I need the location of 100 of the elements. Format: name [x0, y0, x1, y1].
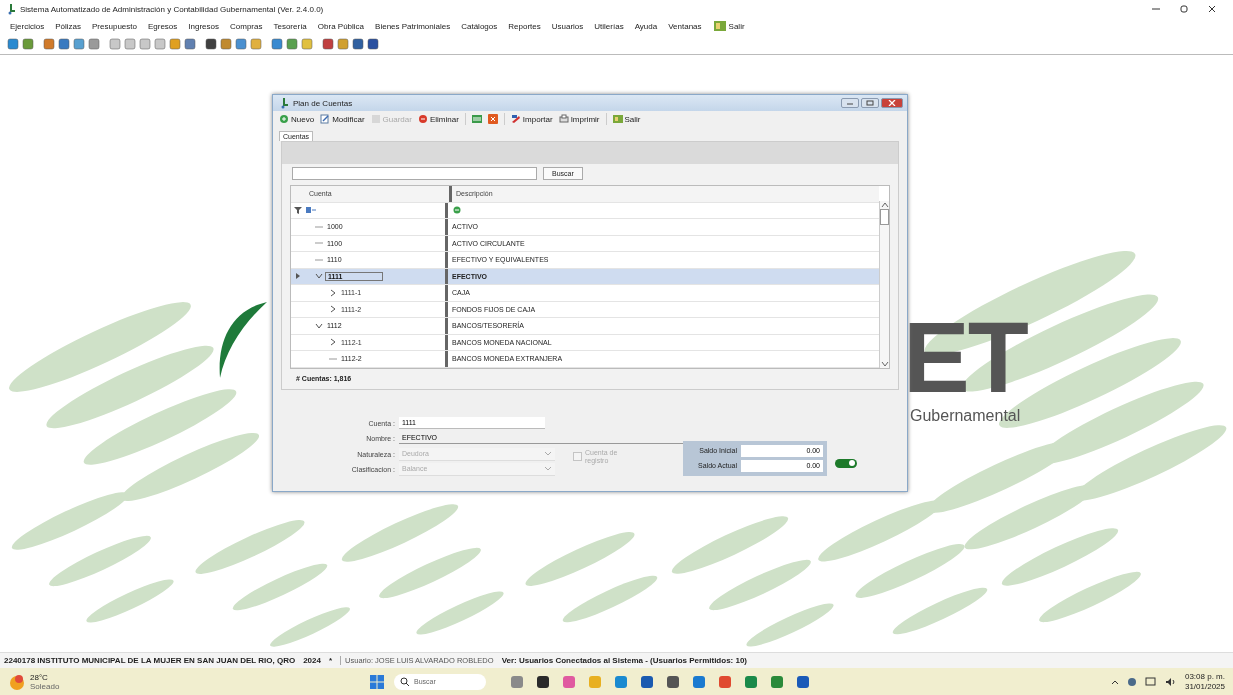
menu-item[interactable]: Salir — [712, 20, 745, 32]
toolbar-icon — [21, 37, 35, 51]
toolbar-button[interactable]: Modificar — [320, 114, 365, 124]
temperature: 28°C — [30, 672, 49, 682]
plus-icon — [279, 114, 289, 124]
toolbar-icon — [321, 37, 335, 51]
menu-item[interactable]: Catálogos — [461, 21, 498, 31]
network-icon — [1126, 676, 1137, 687]
menu-item[interactable]: Ingresos — [188, 21, 219, 31]
close-icon — [888, 100, 896, 106]
toolbar-button[interactable] — [6, 37, 20, 51]
toolbar-icon — [270, 37, 284, 51]
toolbar-icon — [42, 37, 56, 51]
menu-item[interactable]: Obra Pública — [317, 21, 365, 31]
app-icon — [613, 673, 629, 690]
menu-item[interactable]: Reportes — [508, 21, 541, 31]
toolbar-icon — [204, 37, 218, 51]
exit-icon — [712, 20, 727, 32]
toolbar-icon — [249, 37, 263, 51]
menu-item[interactable]: Ventanas — [668, 21, 702, 31]
clock-date[interactable]: 31/01/2025 — [1184, 681, 1225, 692]
menu-item[interactable]: Bienes Patrimoniales — [375, 21, 451, 31]
toolbar-button[interactable]: Salir — [612, 114, 641, 124]
app-icon — [717, 673, 733, 690]
app-icon — [769, 673, 785, 690]
menu-item[interactable]: Ejercicios — [10, 21, 45, 31]
restore-button[interactable] — [1177, 2, 1191, 16]
app-icon — [6, 3, 16, 15]
app-icon — [665, 673, 681, 690]
clock-time[interactable]: 03:08 p. m. — [1184, 671, 1225, 682]
minimize-icon — [846, 100, 854, 106]
menu-item[interactable]: Compras — [230, 21, 263, 31]
filter-row-icon — [452, 206, 462, 215]
menu-item[interactable]: Usuarios — [551, 21, 584, 31]
menu-item[interactable]: Egresos — [147, 21, 178, 31]
toolbar-icon — [300, 37, 314, 51]
menu-item[interactable]: Pólizas — [55, 21, 82, 31]
minimize-button[interactable] — [841, 98, 859, 108]
app-icon — [535, 673, 551, 690]
logo-text: ET — [903, 307, 1027, 407]
scrollbar-thumb[interactable] — [880, 209, 889, 225]
toolbar-button[interactable] — [351, 37, 365, 51]
modified-flag-label: * — [328, 656, 333, 665]
toolbar-button[interactable]: Nuevo — [279, 114, 315, 124]
app-icon — [639, 673, 655, 690]
app-icon — [795, 673, 811, 690]
toolbar-icon — [72, 37, 86, 51]
toggle-switch[interactable] — [835, 458, 857, 468]
toolbar-icon — [234, 37, 248, 51]
toolbar-icon — [351, 37, 365, 51]
app-icon — [743, 673, 759, 690]
toolbar-button[interactable]: Importar — [510, 114, 553, 124]
toolbar-button[interactable] — [321, 37, 335, 51]
delete-icon — [417, 114, 428, 124]
dialog-title: Plan de Cuentas — [293, 98, 353, 108]
app-icon — [561, 673, 577, 690]
restore-icon — [1179, 4, 1189, 14]
list-icon — [471, 114, 482, 124]
filter-icon — [294, 206, 302, 215]
toolbar-button[interactable]: Imprimir — [558, 114, 600, 124]
toolbar-button[interactable] — [270, 37, 284, 51]
toolbar-icon — [6, 37, 20, 51]
toolbar-icon — [57, 37, 71, 51]
edit-icon — [320, 114, 331, 124]
window-title: Sistema Automatizado de Administración y Contabilidad Gubernamental (Ver. 2.4.0.0) — [20, 4, 324, 14]
toolbar-icon — [108, 37, 122, 51]
toolbar-button[interactable] — [183, 37, 197, 51]
icon-button[interactable] — [487, 114, 498, 124]
menu-item[interactable]: Utilerías — [594, 21, 624, 31]
toolbar-icon — [87, 37, 101, 51]
toolbar-icon — [183, 37, 197, 51]
import-icon — [510, 114, 521, 124]
icon-button[interactable] — [471, 114, 482, 124]
logo-subtitle: Gubernamental — [910, 407, 1021, 425]
menu-item[interactable]: Ayuda — [634, 21, 658, 31]
save-icon — [370, 114, 381, 124]
app-icon — [509, 673, 525, 690]
windows-icon — [369, 673, 385, 690]
menu-item[interactable]: Presupuesto — [92, 21, 137, 31]
toolbar-icon — [123, 37, 137, 51]
fiscal-year: 2024 — [303, 656, 321, 665]
toolbar-button[interactable]: Eliminar — [417, 114, 459, 124]
maximize-button[interactable] — [861, 98, 879, 108]
search-field[interactable] — [292, 167, 537, 180]
connected-users-link[interactable]: Ver: Usuarios Conectados al Sistema - (Usuarios Permitidos: 10) — [501, 656, 748, 665]
toolbar-icon — [138, 37, 152, 51]
cancel-icon — [487, 114, 498, 124]
toolbar-button[interactable] — [366, 37, 380, 51]
toolbar-icon — [168, 37, 182, 51]
toolbar-button[interactable] — [57, 37, 71, 51]
entity-name: 2240178 INSTITUTO MUNICIPAL DE LA MUJER EN SAN JUAN DEL RIO, QRO — [4, 656, 296, 665]
weather-text: Soleado — [30, 681, 60, 691]
app-icon — [587, 673, 603, 690]
toolbar-icon — [336, 37, 350, 51]
search-icon — [400, 676, 410, 687]
start-button[interactable] — [368, 672, 386, 691]
exit-icon — [612, 114, 623, 124]
toolbar-button[interactable] — [204, 37, 218, 51]
toolbar-icon — [285, 37, 299, 51]
menu-item[interactable]: Tesorería — [273, 21, 307, 31]
